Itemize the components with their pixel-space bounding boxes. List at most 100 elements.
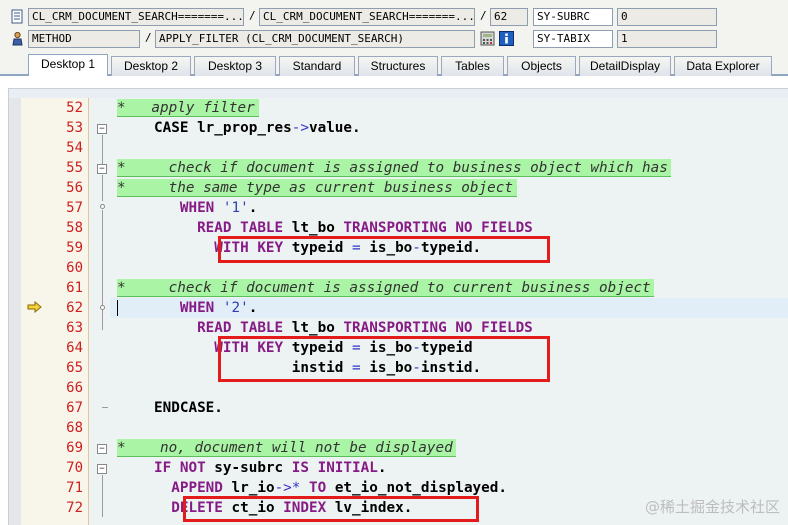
- tab-objects[interactable]: Objects: [507, 56, 576, 76]
- line-number: 58: [66, 220, 83, 236]
- debugger-header: CL_CRM_DOCUMENT_SEARCH=======... / CL_CR…: [0, 0, 788, 54]
- code-token: value.: [308, 120, 361, 136]
- line-number: 71: [66, 480, 83, 496]
- variable-1-name-field[interactable]: SY-SUBRC: [533, 8, 613, 26]
- line-number: 61: [66, 280, 83, 296]
- code-line[interactable]: WHEN '1'.: [111, 198, 257, 218]
- desktop-tab-strip: Desktop 1 Desktop 2 Desktop 3 Standard S…: [0, 54, 788, 76]
- highlight-box-line-59: [218, 236, 550, 263]
- code-token: .: [248, 300, 258, 316]
- tab-detail-display[interactable]: DetailDisplay: [579, 56, 671, 76]
- code-token: READ TABLE: [111, 320, 292, 336]
- line-number: 53: [66, 120, 83, 136]
- code-line[interactable]: WHEN '2'.: [111, 298, 257, 318]
- code-token: WHEN: [111, 200, 223, 216]
- line-number: 55: [66, 160, 83, 176]
- separator: /: [145, 31, 152, 44]
- line-number: 60: [66, 260, 83, 276]
- code-line[interactable]: * apply filter: [111, 98, 255, 118]
- method-person-icon[interactable]: [10, 31, 25, 46]
- line-number: 63: [66, 320, 83, 336]
- line-number: 65: [66, 360, 83, 376]
- event-type-field[interactable]: METHOD: [28, 30, 140, 48]
- tab-standard[interactable]: Standard: [279, 56, 355, 76]
- info-icon[interactable]: [499, 31, 514, 46]
- code-token: ->*: [274, 480, 301, 496]
- code-token: WHEN: [111, 300, 223, 316]
- code-token: lr_io: [231, 480, 275, 496]
- tab-desktop-1[interactable]: Desktop 1: [28, 54, 108, 76]
- line-number: 54: [66, 140, 83, 156]
- separator: /: [249, 9, 256, 22]
- code-line[interactable]: IF NOT sy-subrc IS INITIAL.: [111, 458, 386, 478]
- tab-desktop-2[interactable]: Desktop 2: [111, 56, 191, 76]
- code-token: TO: [300, 480, 335, 496]
- code-token: .: [377, 460, 387, 476]
- highlight-box-line-72: [183, 496, 479, 522]
- tab-desktop-3[interactable]: Desktop 3: [194, 56, 276, 76]
- header-row-program: CL_CRM_DOCUMENT_SEARCH=======... / CL_CR…: [0, 7, 788, 29]
- line-number: 66: [66, 380, 83, 396]
- code-line[interactable]: * no, document will not be displayed: [111, 438, 453, 458]
- fold-toggle-comment[interactable]: −: [97, 444, 107, 454]
- fold-guide-line: [102, 210, 103, 330]
- fold-guide-line: [102, 135, 103, 167]
- fold-toggle-if[interactable]: −: [97, 464, 107, 474]
- include-field[interactable]: CL_CRM_DOCUMENT_SEARCH=======...: [259, 8, 475, 26]
- code-token: * the same type as current business obje…: [117, 180, 513, 196]
- code-token: ENDCASE.: [111, 400, 223, 416]
- editor-top-bar: [9, 89, 788, 98]
- code-token: '2': [222, 300, 249, 316]
- code-token: et_io_not_displayed.: [334, 480, 507, 496]
- variable-2-value-field[interactable]: 1: [617, 30, 717, 48]
- line-number: 72: [66, 500, 83, 516]
- code-line[interactable]: * check if document is assigned to busin…: [111, 158, 668, 178]
- code-token: lt_bo: [291, 220, 344, 236]
- code-token: TRANSPORTING NO FIELDS: [343, 220, 533, 236]
- code-line[interactable]: APPEND lr_io->* TO et_io_not_displayed.: [111, 478, 507, 498]
- fold-toggle-comment[interactable]: −: [97, 164, 107, 174]
- fold-guide-line: [102, 175, 103, 201]
- line-number: 56: [66, 180, 83, 196]
- code-line[interactable]: READ TABLE lt_bo TRANSPORTING NO FIELDS: [111, 318, 533, 338]
- code-line[interactable]: READ TABLE lt_bo TRANSPORTING NO FIELDS: [111, 218, 533, 238]
- line-number: 59: [66, 240, 83, 256]
- header-row-event: METHOD / APPLY_FILTER (CL_CRM_DOCUMENT_S…: [0, 29, 788, 51]
- line-number: 68: [66, 420, 83, 436]
- tab-data-explorer[interactable]: Data Explorer: [674, 56, 772, 76]
- code-token: IF NOT: [111, 460, 215, 476]
- code-token: IS INITIAL: [291, 460, 378, 476]
- line-number: 70: [66, 460, 83, 476]
- code-token: APPEND: [111, 480, 232, 496]
- variable-1-value-field[interactable]: 0: [617, 8, 717, 26]
- code-token: lt_bo: [291, 320, 344, 336]
- source-code-editor[interactable]: − − − − * apply filter CASE lr_prop_res-…: [8, 88, 788, 525]
- code-line[interactable]: * check if document is assigned to curre…: [111, 278, 651, 298]
- program-field[interactable]: CL_CRM_DOCUMENT_SEARCH=======...: [28, 8, 244, 26]
- code-token: * no, document will not be displayed: [117, 440, 453, 456]
- code-token: READ TABLE: [111, 220, 292, 236]
- program-document-icon[interactable]: [10, 9, 25, 24]
- event-name-field[interactable]: APPLY_FILTER (CL_CRM_DOCUMENT_SEARCH): [155, 30, 475, 48]
- fold-toggle-case[interactable]: −: [97, 124, 107, 134]
- code-line[interactable]: ENDCASE.: [111, 398, 223, 418]
- variable-2-name-field[interactable]: SY-TABIX: [533, 30, 613, 48]
- line-number: 52: [66, 100, 83, 116]
- fold-guide-line: [102, 475, 103, 517]
- tab-tables[interactable]: Tables: [441, 56, 504, 76]
- fold-gutter: [90, 98, 110, 525]
- code-token: ->: [291, 120, 309, 136]
- tab-structures[interactable]: Structures: [358, 56, 438, 76]
- line-number: 62: [66, 300, 83, 316]
- code-token: * apply filter: [117, 100, 255, 116]
- fold-node-marker: [100, 204, 105, 209]
- calculator-icon[interactable]: [480, 31, 495, 46]
- code-line[interactable]: * the same type as current business obje…: [111, 178, 513, 198]
- line-number: 69: [66, 440, 83, 456]
- fold-node-marker: [100, 305, 105, 310]
- line-number-field[interactable]: 62: [490, 8, 528, 26]
- code-line[interactable]: CASE lr_prop_res->value.: [111, 118, 361, 138]
- code-token: .: [248, 200, 258, 216]
- breakpoint-gutter[interactable]: [9, 98, 21, 525]
- text-cursor: [117, 300, 118, 316]
